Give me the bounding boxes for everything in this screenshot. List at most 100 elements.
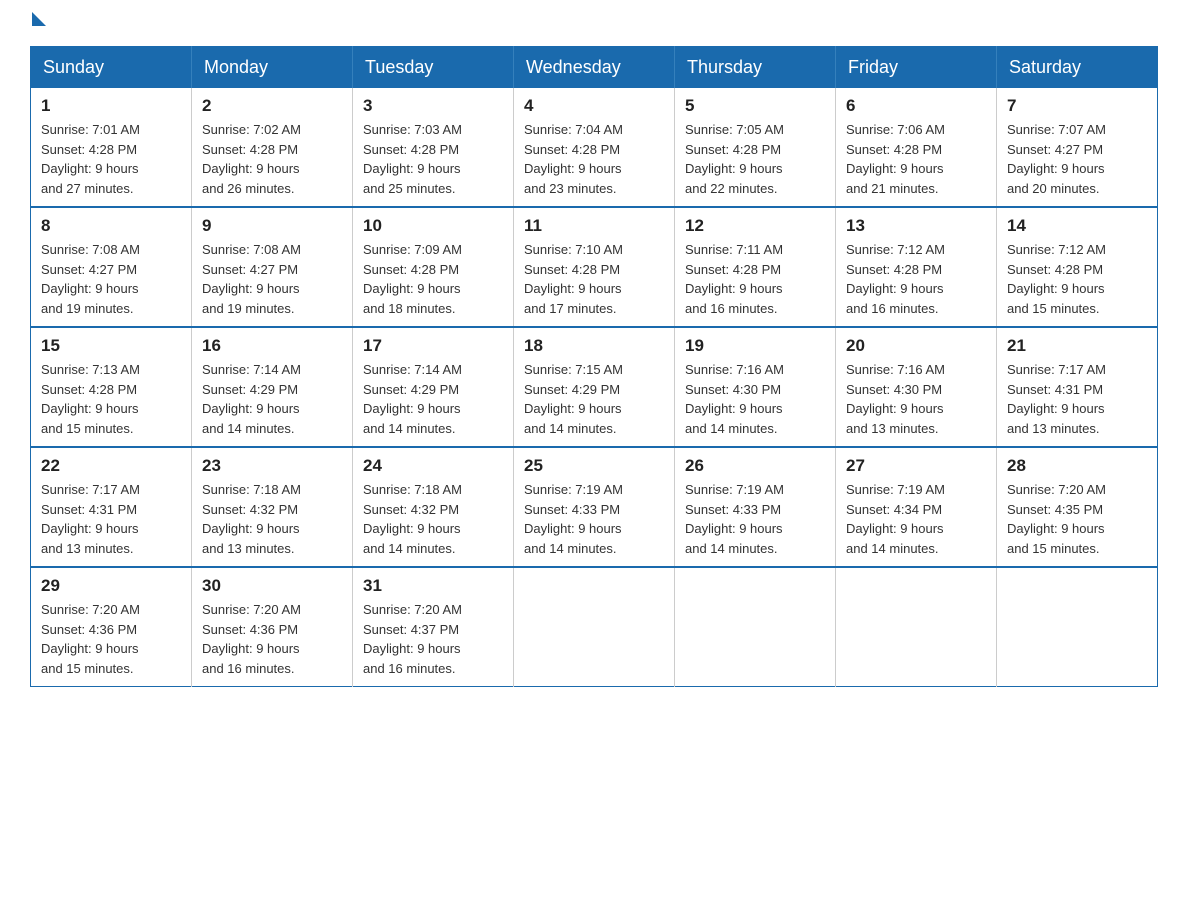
day-number: 8 xyxy=(41,216,181,236)
day-info: Sunrise: 7:19 AM Sunset: 4:33 PM Dayligh… xyxy=(685,480,825,558)
day-info: Sunrise: 7:18 AM Sunset: 4:32 PM Dayligh… xyxy=(363,480,503,558)
day-number: 28 xyxy=(1007,456,1147,476)
page-header xyxy=(30,20,1158,26)
day-info: Sunrise: 7:07 AM Sunset: 4:27 PM Dayligh… xyxy=(1007,120,1147,198)
day-number: 11 xyxy=(524,216,664,236)
weekday-header-monday: Monday xyxy=(192,47,353,89)
day-number: 25 xyxy=(524,456,664,476)
day-info: Sunrise: 7:05 AM Sunset: 4:28 PM Dayligh… xyxy=(685,120,825,198)
calendar-day-cell: 10 Sunrise: 7:09 AM Sunset: 4:28 PM Dayl… xyxy=(353,207,514,327)
calendar-day-cell: 3 Sunrise: 7:03 AM Sunset: 4:28 PM Dayli… xyxy=(353,88,514,207)
weekday-header-friday: Friday xyxy=(836,47,997,89)
calendar-day-cell: 11 Sunrise: 7:10 AM Sunset: 4:28 PM Dayl… xyxy=(514,207,675,327)
day-info: Sunrise: 7:08 AM Sunset: 4:27 PM Dayligh… xyxy=(202,240,342,318)
weekday-header-thursday: Thursday xyxy=(675,47,836,89)
calendar-day-cell: 29 Sunrise: 7:20 AM Sunset: 4:36 PM Dayl… xyxy=(31,567,192,687)
calendar-day-cell: 14 Sunrise: 7:12 AM Sunset: 4:28 PM Dayl… xyxy=(997,207,1158,327)
day-number: 3 xyxy=(363,96,503,116)
day-info: Sunrise: 7:16 AM Sunset: 4:30 PM Dayligh… xyxy=(685,360,825,438)
calendar-table: SundayMondayTuesdayWednesdayThursdayFrid… xyxy=(30,46,1158,687)
day-number: 9 xyxy=(202,216,342,236)
day-number: 12 xyxy=(685,216,825,236)
calendar-week-row: 15 Sunrise: 7:13 AM Sunset: 4:28 PM Dayl… xyxy=(31,327,1158,447)
day-number: 19 xyxy=(685,336,825,356)
logo-triangle-icon xyxy=(32,12,46,26)
day-number: 20 xyxy=(846,336,986,356)
day-info: Sunrise: 7:11 AM Sunset: 4:28 PM Dayligh… xyxy=(685,240,825,318)
day-number: 23 xyxy=(202,456,342,476)
calendar-day-cell: 28 Sunrise: 7:20 AM Sunset: 4:35 PM Dayl… xyxy=(997,447,1158,567)
day-info: Sunrise: 7:02 AM Sunset: 4:28 PM Dayligh… xyxy=(202,120,342,198)
calendar-day-cell: 30 Sunrise: 7:20 AM Sunset: 4:36 PM Dayl… xyxy=(192,567,353,687)
day-info: Sunrise: 7:10 AM Sunset: 4:28 PM Dayligh… xyxy=(524,240,664,318)
weekday-header-row: SundayMondayTuesdayWednesdayThursdayFrid… xyxy=(31,47,1158,89)
calendar-day-cell: 6 Sunrise: 7:06 AM Sunset: 4:28 PM Dayli… xyxy=(836,88,997,207)
day-number: 10 xyxy=(363,216,503,236)
day-info: Sunrise: 7:16 AM Sunset: 4:30 PM Dayligh… xyxy=(846,360,986,438)
calendar-day-cell: 17 Sunrise: 7:14 AM Sunset: 4:29 PM Dayl… xyxy=(353,327,514,447)
calendar-week-row: 8 Sunrise: 7:08 AM Sunset: 4:27 PM Dayli… xyxy=(31,207,1158,327)
day-number: 15 xyxy=(41,336,181,356)
day-info: Sunrise: 7:12 AM Sunset: 4:28 PM Dayligh… xyxy=(846,240,986,318)
calendar-day-cell: 20 Sunrise: 7:16 AM Sunset: 4:30 PM Dayl… xyxy=(836,327,997,447)
day-info: Sunrise: 7:18 AM Sunset: 4:32 PM Dayligh… xyxy=(202,480,342,558)
day-number: 1 xyxy=(41,96,181,116)
calendar-day-cell: 13 Sunrise: 7:12 AM Sunset: 4:28 PM Dayl… xyxy=(836,207,997,327)
calendar-day-cell: 27 Sunrise: 7:19 AM Sunset: 4:34 PM Dayl… xyxy=(836,447,997,567)
day-info: Sunrise: 7:17 AM Sunset: 4:31 PM Dayligh… xyxy=(1007,360,1147,438)
calendar-day-cell: 1 Sunrise: 7:01 AM Sunset: 4:28 PM Dayli… xyxy=(31,88,192,207)
calendar-day-cell: 23 Sunrise: 7:18 AM Sunset: 4:32 PM Dayl… xyxy=(192,447,353,567)
day-number: 14 xyxy=(1007,216,1147,236)
calendar-day-cell: 8 Sunrise: 7:08 AM Sunset: 4:27 PM Dayli… xyxy=(31,207,192,327)
day-info: Sunrise: 7:08 AM Sunset: 4:27 PM Dayligh… xyxy=(41,240,181,318)
calendar-empty-cell xyxy=(997,567,1158,687)
day-info: Sunrise: 7:20 AM Sunset: 4:37 PM Dayligh… xyxy=(363,600,503,678)
calendar-day-cell: 26 Sunrise: 7:19 AM Sunset: 4:33 PM Dayl… xyxy=(675,447,836,567)
calendar-day-cell: 12 Sunrise: 7:11 AM Sunset: 4:28 PM Dayl… xyxy=(675,207,836,327)
day-number: 29 xyxy=(41,576,181,596)
day-number: 7 xyxy=(1007,96,1147,116)
day-info: Sunrise: 7:12 AM Sunset: 4:28 PM Dayligh… xyxy=(1007,240,1147,318)
day-info: Sunrise: 7:20 AM Sunset: 4:35 PM Dayligh… xyxy=(1007,480,1147,558)
day-number: 6 xyxy=(846,96,986,116)
calendar-day-cell: 16 Sunrise: 7:14 AM Sunset: 4:29 PM Dayl… xyxy=(192,327,353,447)
calendar-day-cell: 4 Sunrise: 7:04 AM Sunset: 4:28 PM Dayli… xyxy=(514,88,675,207)
day-info: Sunrise: 7:17 AM Sunset: 4:31 PM Dayligh… xyxy=(41,480,181,558)
calendar-day-cell: 21 Sunrise: 7:17 AM Sunset: 4:31 PM Dayl… xyxy=(997,327,1158,447)
weekday-header-sunday: Sunday xyxy=(31,47,192,89)
day-info: Sunrise: 7:06 AM Sunset: 4:28 PM Dayligh… xyxy=(846,120,986,198)
day-info: Sunrise: 7:20 AM Sunset: 4:36 PM Dayligh… xyxy=(41,600,181,678)
day-number: 5 xyxy=(685,96,825,116)
calendar-empty-cell xyxy=(675,567,836,687)
calendar-day-cell: 9 Sunrise: 7:08 AM Sunset: 4:27 PM Dayli… xyxy=(192,207,353,327)
calendar-week-row: 1 Sunrise: 7:01 AM Sunset: 4:28 PM Dayli… xyxy=(31,88,1158,207)
day-info: Sunrise: 7:19 AM Sunset: 4:34 PM Dayligh… xyxy=(846,480,986,558)
logo xyxy=(30,20,46,26)
day-info: Sunrise: 7:03 AM Sunset: 4:28 PM Dayligh… xyxy=(363,120,503,198)
day-number: 31 xyxy=(363,576,503,596)
day-info: Sunrise: 7:14 AM Sunset: 4:29 PM Dayligh… xyxy=(202,360,342,438)
day-number: 4 xyxy=(524,96,664,116)
day-info: Sunrise: 7:01 AM Sunset: 4:28 PM Dayligh… xyxy=(41,120,181,198)
day-number: 13 xyxy=(846,216,986,236)
calendar-day-cell: 18 Sunrise: 7:15 AM Sunset: 4:29 PM Dayl… xyxy=(514,327,675,447)
calendar-day-cell: 7 Sunrise: 7:07 AM Sunset: 4:27 PM Dayli… xyxy=(997,88,1158,207)
weekday-header-tuesday: Tuesday xyxy=(353,47,514,89)
day-info: Sunrise: 7:15 AM Sunset: 4:29 PM Dayligh… xyxy=(524,360,664,438)
day-number: 18 xyxy=(524,336,664,356)
weekday-header-saturday: Saturday xyxy=(997,47,1158,89)
calendar-day-cell: 25 Sunrise: 7:19 AM Sunset: 4:33 PM Dayl… xyxy=(514,447,675,567)
calendar-empty-cell xyxy=(836,567,997,687)
weekday-header-wednesday: Wednesday xyxy=(514,47,675,89)
day-number: 21 xyxy=(1007,336,1147,356)
day-info: Sunrise: 7:14 AM Sunset: 4:29 PM Dayligh… xyxy=(363,360,503,438)
day-number: 2 xyxy=(202,96,342,116)
calendar-week-row: 22 Sunrise: 7:17 AM Sunset: 4:31 PM Dayl… xyxy=(31,447,1158,567)
day-info: Sunrise: 7:04 AM Sunset: 4:28 PM Dayligh… xyxy=(524,120,664,198)
calendar-day-cell: 5 Sunrise: 7:05 AM Sunset: 4:28 PM Dayli… xyxy=(675,88,836,207)
day-info: Sunrise: 7:09 AM Sunset: 4:28 PM Dayligh… xyxy=(363,240,503,318)
day-number: 22 xyxy=(41,456,181,476)
calendar-day-cell: 15 Sunrise: 7:13 AM Sunset: 4:28 PM Dayl… xyxy=(31,327,192,447)
day-number: 24 xyxy=(363,456,503,476)
calendar-day-cell: 24 Sunrise: 7:18 AM Sunset: 4:32 PM Dayl… xyxy=(353,447,514,567)
